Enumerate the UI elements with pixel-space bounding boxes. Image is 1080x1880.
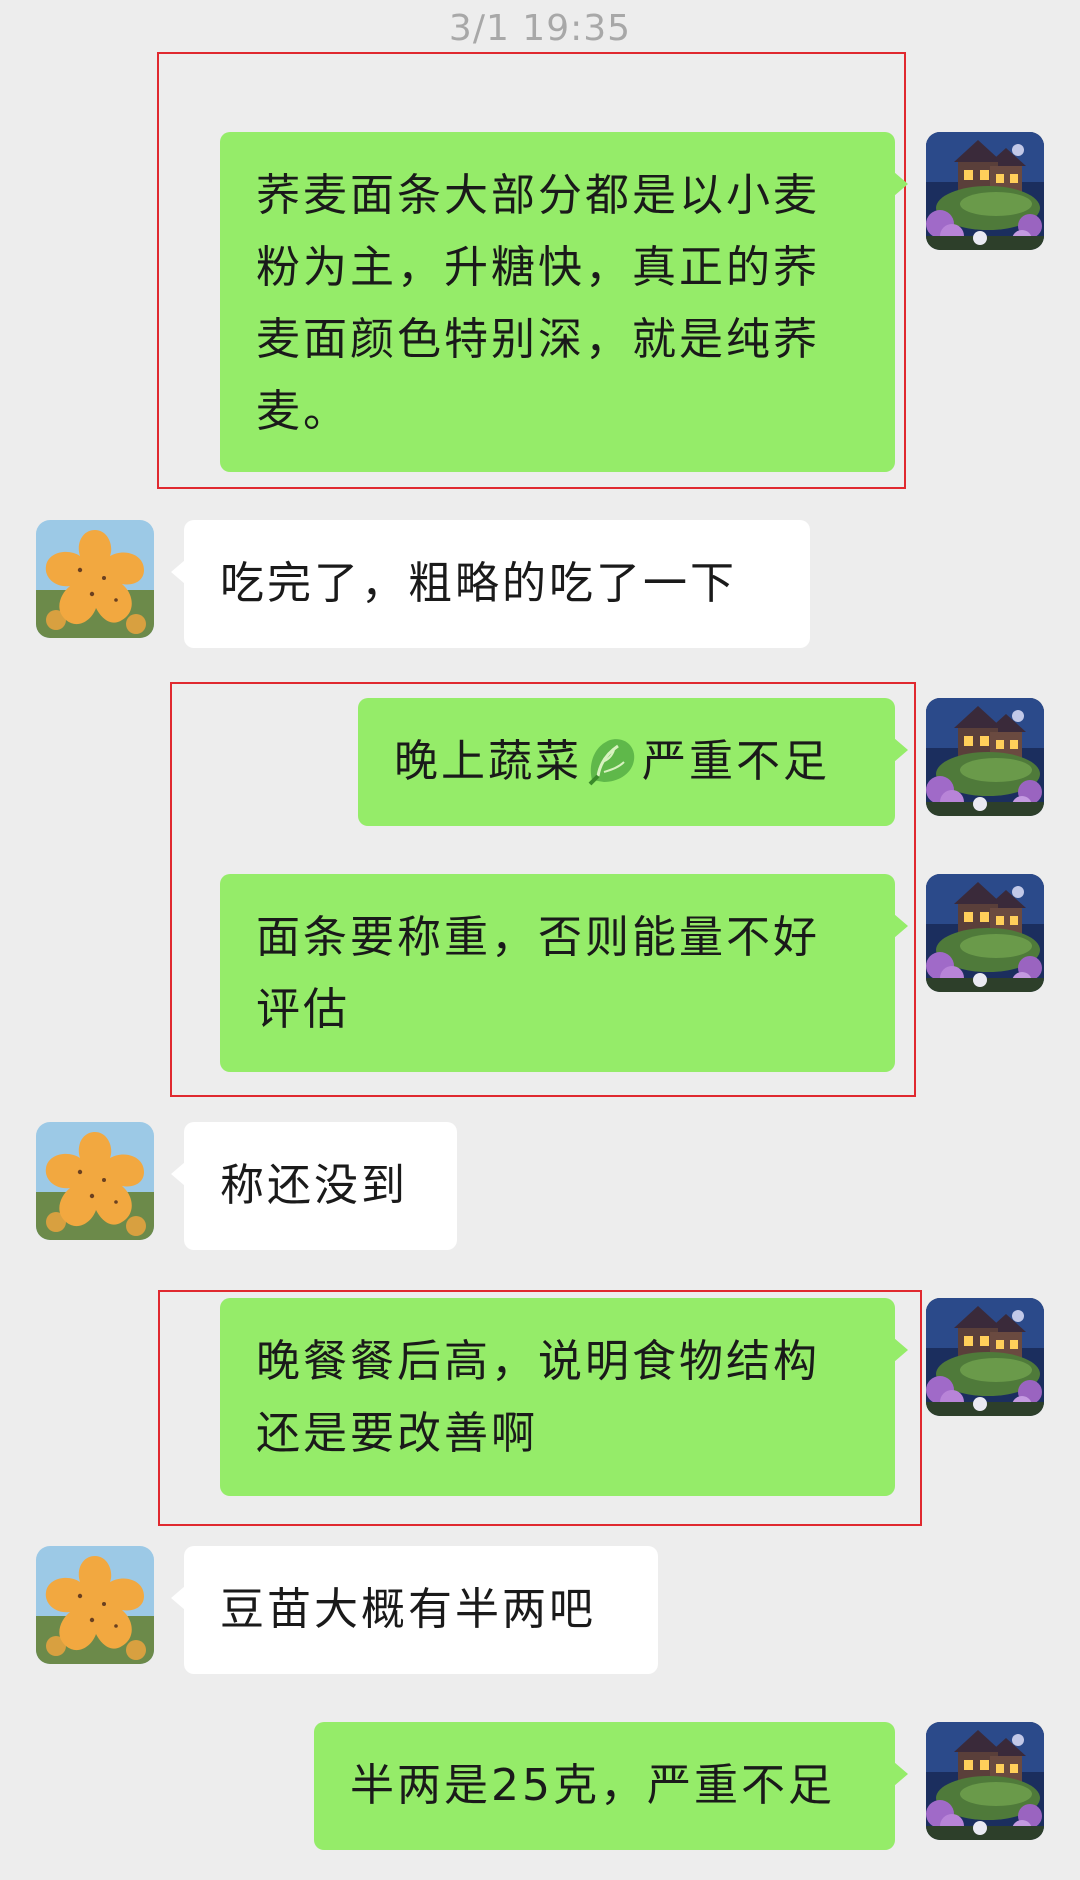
self-avatar[interactable] (926, 874, 1044, 992)
outgoing-message-bubble[interactable]: 晚上蔬菜 严重不足 (358, 698, 908, 826)
message-text-part-1: 晚上蔬菜 (394, 736, 582, 787)
message-text: 晚餐餐后高，说明食物结构还是要改善啊 (256, 1336, 820, 1459)
outgoing-message-bubble[interactable]: 荞麦面条大部分都是以小麦粉为主，升糖快，真正的荞麦面颜色特别深，就是纯荞麦。 (220, 132, 908, 472)
lettuce-emoji-icon (584, 732, 640, 788)
contact-avatar[interactable] (36, 1546, 154, 1664)
self-avatar[interactable] (926, 1722, 1044, 1840)
self-avatar[interactable] (926, 1298, 1044, 1416)
self-avatar[interactable] (926, 132, 1044, 250)
message-text: 豆苗大概有半两吧 (220, 1584, 596, 1635)
outgoing-message-bubble[interactable]: 半两是25克，严重不足 (314, 1722, 908, 1850)
message-text: 面条要称重，否则能量不好评估 (256, 912, 820, 1035)
message-text-part-2: 严重不足 (642, 736, 830, 787)
incoming-message-bubble[interactable]: 吃完了，粗略的吃了一下 (171, 520, 810, 648)
contact-avatar[interactable] (36, 1122, 154, 1240)
message-text: 吃完了，粗略的吃了一下 (220, 558, 737, 609)
message-text: 称还没到 (220, 1160, 408, 1211)
self-avatar[interactable] (926, 698, 1044, 816)
message-text: 半两是25克，严重不足 (350, 1760, 835, 1811)
incoming-message-bubble[interactable]: 称还没到 (171, 1122, 457, 1250)
message-text: 荞麦面条大部分都是以小麦粉为主，升糖快，真正的荞麦面颜色特别深，就是纯荞麦。 (256, 170, 820, 437)
incoming-message-bubble[interactable]: 豆苗大概有半两吧 (171, 1546, 658, 1674)
chat-view: 3/1 19:35 荞麦面条大部分都是以小麦粉为主，升糖快，真正的荞麦面颜色特别… (0, 0, 1080, 1880)
outgoing-message-bubble[interactable]: 晚餐餐后高，说明食物结构还是要改善啊 (220, 1298, 908, 1496)
message-timestamp: 3/1 19:35 (448, 8, 632, 49)
contact-avatar[interactable] (36, 520, 154, 638)
outgoing-message-bubble[interactable]: 面条要称重，否则能量不好评估 (220, 874, 908, 1072)
